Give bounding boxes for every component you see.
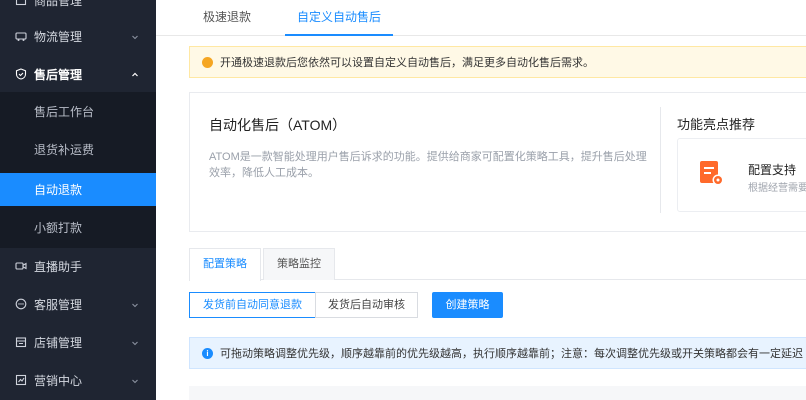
after-sales-submenu: 售后工作台 退货补运费 自动退款 小额打款 <box>0 92 156 248</box>
sidebar-item-label: 商品管理 <box>34 0 83 8</box>
warning-banner: 开通极速退款后您依然可以设置自定义自动售后，满足更多自动化售后需求。 <box>189 46 806 78</box>
sidebar-item-marketing[interactable]: 营销中心 <box>0 361 156 399</box>
tab-custom-auto-after-sales[interactable]: 自定义自动售后 <box>285 0 394 36</box>
warning-icon <box>202 56 213 68</box>
sidebar-item-label: 店铺管理 <box>34 335 83 350</box>
sidebar-item-label: 物流管理 <box>34 29 83 44</box>
store-icon <box>15 336 27 348</box>
features-title: 功能亮点推荐 <box>677 117 756 132</box>
info-banner: i 可拖动策略调整优先级，顺序越靠前的优先级越高，执行顺序越靠前；注意：每次调整… <box>189 337 806 369</box>
chevron-down-icon <box>130 375 140 385</box>
after-shipment-review-button[interactable]: 发货后自动审核 <box>315 292 418 318</box>
tab-strategy-monitor[interactable]: 策略监控 <box>263 248 335 280</box>
sidebar-item-logistics[interactable]: 物流管理 <box>0 17 156 55</box>
info-text: 可拖动策略调整优先级，顺序越靠前的优先级越高，执行顺序越靠前；注意：每次调整优先… <box>220 348 803 360</box>
top-tabs: 极速退款 自定义自动售后 <box>156 0 806 36</box>
sidebar-item-label: 售后管理 <box>34 67 83 82</box>
tab-config-strategy[interactable]: 配置策略 <box>189 248 261 281</box>
feature-name: 配置支持 <box>748 163 797 177</box>
video-icon <box>15 260 27 272</box>
chevron-down-icon <box>130 31 140 41</box>
main-content: 极速退款 自定义自动售后 开通极速退款后您依然可以设置自定义自动售后，满足更多自… <box>156 0 806 400</box>
marketing-icon <box>15 374 27 386</box>
info-icon: i <box>202 347 213 359</box>
sidebar-item-label: 客服管理 <box>34 297 83 312</box>
sidebar-subitem-workbench[interactable]: 售后工作台 <box>0 95 156 128</box>
sidebar-item-live[interactable]: 直播助手 <box>0 247 156 285</box>
create-strategy-button[interactable]: 创建策略 <box>432 292 503 318</box>
sidebar-subitem-small-payment[interactable]: 小额打款 <box>0 211 156 244</box>
sidebar-item-customer-service[interactable]: 客服管理 <box>0 285 156 323</box>
sidebar-item-after-sales[interactable]: 售后管理 <box>0 55 156 93</box>
tab-fast-refund[interactable]: 极速退款 <box>203 0 251 36</box>
table-header-strip <box>189 386 806 400</box>
feature-card[interactable]: 配置支持 根据经营需要 <box>677 138 806 212</box>
sidebar-item-label: 直播助手 <box>34 259 83 274</box>
truck-icon <box>15 30 27 42</box>
sidebar-subitem-auto-refund[interactable]: 自动退款 <box>0 173 156 206</box>
before-shipment-refund-button[interactable]: 发货前自动同意退款 <box>189 292 316 318</box>
atom-title: 自动化售后（ATOM） <box>209 117 347 133</box>
sidebar-subitem-return-shipping[interactable]: 退货补运费 <box>0 133 156 166</box>
divider <box>660 107 661 213</box>
sidebar: 商品管理 物流管理 售后管理 售后工作台 退货补运费 自动退款 小额打款 直播助… <box>0 0 156 400</box>
strategy-tabs: 配置策略 策略监控 <box>189 248 806 281</box>
box-icon <box>15 0 27 6</box>
feature-subtitle: 根据经营需要 <box>748 183 806 194</box>
sidebar-item-label: 营销中心 <box>34 373 83 388</box>
document-settings-icon <box>698 159 724 187</box>
chevron-up-icon <box>130 69 140 79</box>
chevron-down-icon <box>130 299 140 309</box>
warning-text: 开通极速退款后您依然可以设置自定义自动售后，满足更多自动化售后需求。 <box>220 57 594 69</box>
atom-intro-card: 自动化售后（ATOM） ATOM是一款智能处理用户售后诉求的功能。提供给商家可配… <box>189 92 806 232</box>
chevron-down-icon <box>130 337 140 347</box>
chat-icon <box>15 298 27 310</box>
shield-icon <box>15 68 27 80</box>
atom-description: ATOM是一款智能处理用户售后诉求的功能。提供给商家可配置化策略工具，提升售后处… <box>209 151 647 179</box>
sidebar-item-store[interactable]: 店铺管理 <box>0 323 156 361</box>
